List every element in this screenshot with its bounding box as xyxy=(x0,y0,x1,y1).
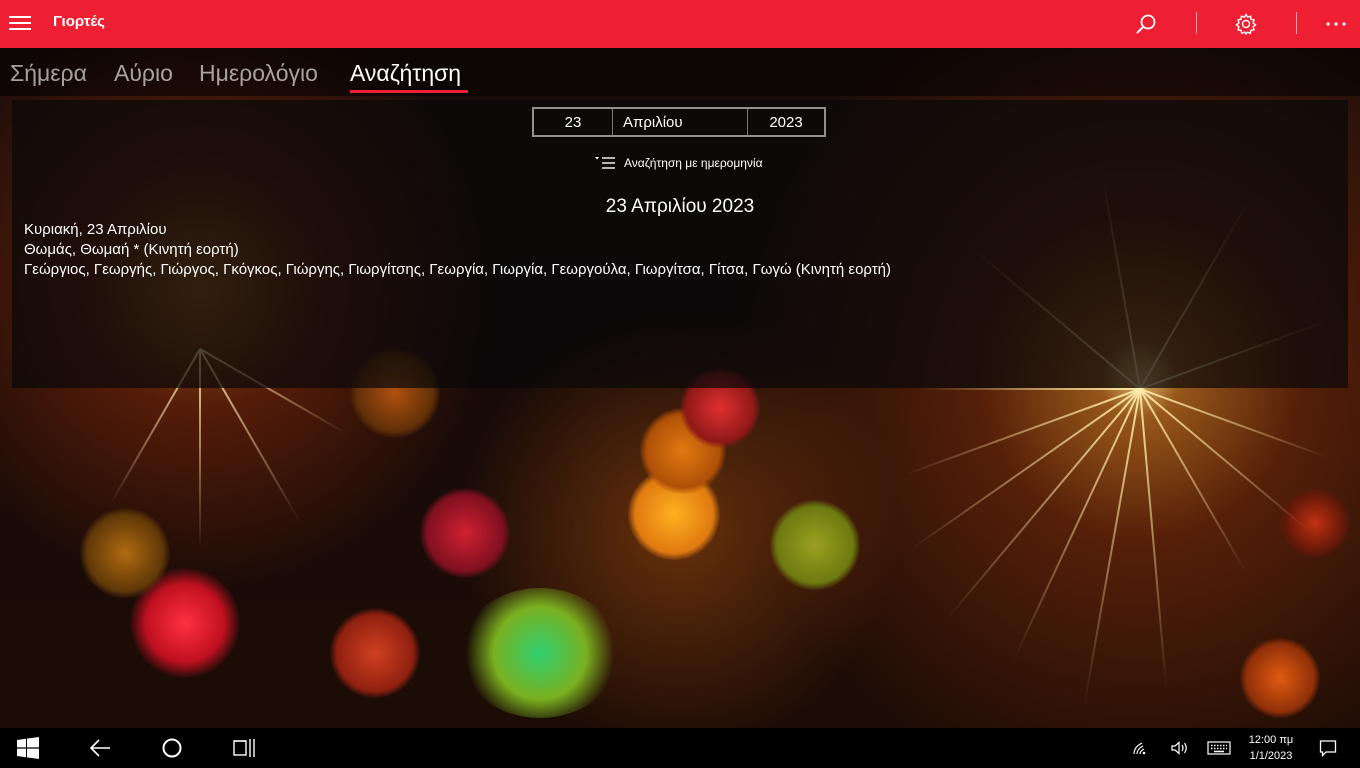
result-names-line: Θωμάς, Θωμαή * (Κινητή εορτή) xyxy=(24,241,239,258)
selected-tab-indicator xyxy=(350,90,468,93)
settings-button[interactable] xyxy=(1222,0,1270,48)
tab-tomorrow[interactable]: Αύριο xyxy=(114,60,173,87)
gear-icon xyxy=(1235,13,1257,35)
taskbar: 12:00 πμ 1/1/2023 xyxy=(0,728,1360,768)
speaker-icon xyxy=(1171,741,1187,755)
windows-icon xyxy=(17,737,39,759)
start-button[interactable] xyxy=(4,728,52,768)
day-selector[interactable]: 23 xyxy=(534,109,613,135)
firework-ray xyxy=(1083,388,1141,705)
tab-search[interactable]: Αναζήτηση xyxy=(350,60,461,87)
search-by-date-label: Αναζήτηση με ημερομηνία xyxy=(624,156,763,170)
bokeh-light xyxy=(1280,488,1350,558)
cortana-circle-icon xyxy=(162,738,182,758)
bokeh-light xyxy=(80,508,170,598)
title-bar-separator xyxy=(1196,12,1197,34)
cortana-button[interactable] xyxy=(148,728,196,768)
hamburger-icon[interactable] xyxy=(9,16,31,32)
firework-ray xyxy=(1139,388,1168,688)
month-selector[interactable]: Απριλίου xyxy=(613,109,748,135)
back-arrow-icon xyxy=(89,739,110,757)
search-by-date-button[interactable]: Αναζήτηση με ημερομηνία xyxy=(594,154,763,172)
firework-ray xyxy=(920,388,1140,390)
result-heading: 23 Απριλίου 2023 xyxy=(605,196,755,217)
title-bar: Γιορτές xyxy=(0,0,1360,48)
firework-ray xyxy=(1139,388,1246,572)
result-list: Κυριακή, 23 Απριλίου Θωμάς, Θωμαή * (Κιν… xyxy=(24,220,891,280)
year-selector[interactable]: 2023 xyxy=(748,109,824,135)
task-view-icon xyxy=(233,739,255,757)
result-day-line: Κυριακή, 23 Απριλίου xyxy=(24,221,167,238)
wifi-icon xyxy=(1133,742,1146,755)
date-picker[interactable]: 23 Απριλίου 2023 xyxy=(532,107,826,137)
task-view-button[interactable] xyxy=(220,728,268,768)
more-button[interactable] xyxy=(1312,0,1360,48)
action-center-button[interactable] xyxy=(1304,728,1352,768)
search-button[interactable] xyxy=(1122,0,1170,48)
tab-today[interactable]: Σήμερα xyxy=(10,60,87,87)
search-icon xyxy=(1136,14,1156,34)
clock-date: 1/1/2023 xyxy=(1249,750,1293,762)
tab-calendar[interactable]: Ημερολόγιο xyxy=(199,60,318,87)
back-button[interactable] xyxy=(76,728,124,768)
app-title: Γιορτές xyxy=(53,13,105,30)
bokeh-light xyxy=(460,588,620,718)
clock[interactable]: 12:00 πμ 1/1/2023 xyxy=(1236,732,1306,764)
result-names-line: Γεώργιος, Γεωργής, Γιώργος, Γκόγκος, Γιώ… xyxy=(24,261,892,278)
more-icon xyxy=(1326,22,1346,26)
pivot-tabs: Σήμερα Αύριο Ημερολόγιο Αναζήτηση xyxy=(0,48,1360,96)
firework-ray xyxy=(1139,388,1329,459)
bokeh-light xyxy=(420,488,510,578)
title-bar-separator xyxy=(1296,12,1297,34)
keyboard-icon xyxy=(1207,741,1231,755)
bokeh-light xyxy=(1240,638,1320,718)
clock-time: 12:00 πμ xyxy=(1248,734,1294,746)
filter-list-icon xyxy=(595,157,615,169)
bokeh-light xyxy=(770,500,860,590)
notification-icon xyxy=(1319,740,1337,757)
bokeh-light xyxy=(330,608,420,698)
firework-ray xyxy=(1139,388,1310,532)
